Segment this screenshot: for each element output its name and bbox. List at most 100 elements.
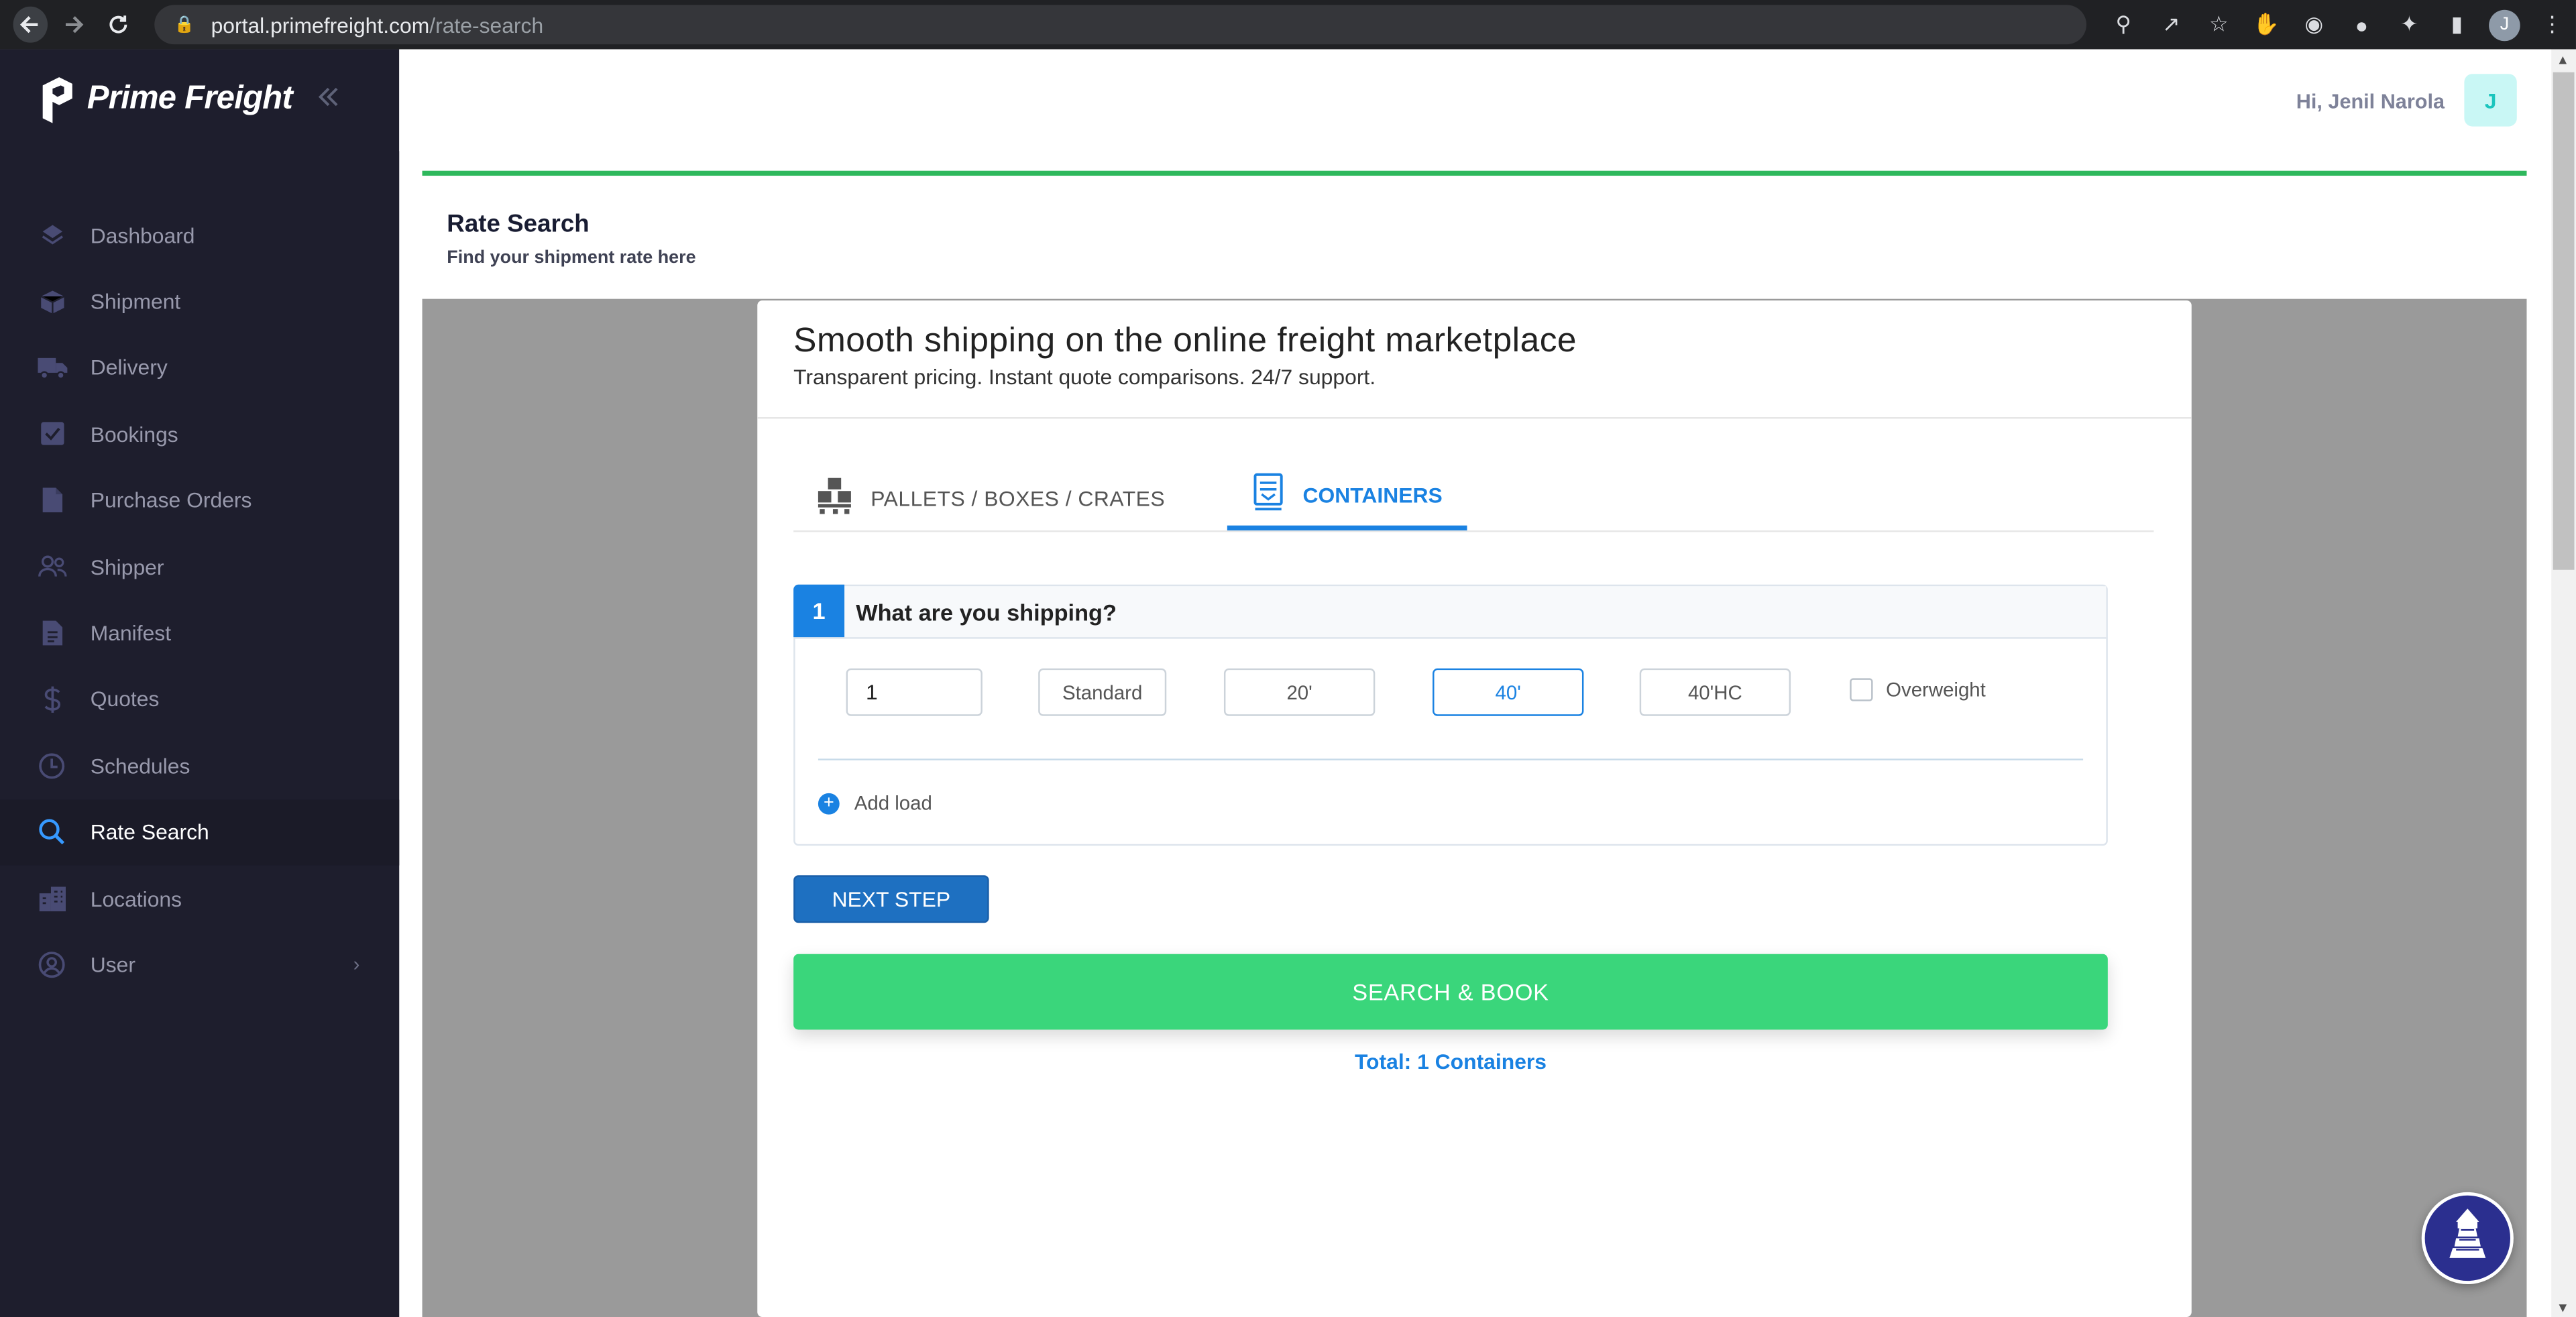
forward-arrow-icon[interactable] <box>57 7 91 43</box>
layers-icon <box>36 219 68 251</box>
profile-avatar[interactable]: J <box>2489 9 2520 40</box>
kebab-menu-icon[interactable]: ⋮ <box>2528 5 2576 44</box>
sidebar-item-label: Dashboard <box>90 223 195 248</box>
add-load-label: Add load <box>854 791 932 815</box>
building-icon <box>36 883 68 915</box>
size-20-button[interactable]: 20' <box>1223 668 1376 716</box>
puzzle-icon[interactable]: ✦ <box>2386 5 2433 44</box>
page-header: Rate Search Find your shipment rate here <box>422 170 2527 299</box>
top-header: Hi, Jenil Narola J <box>399 49 2552 152</box>
page-scrollbar[interactable]: ▲ ▼ <box>2551 49 2576 1317</box>
share-icon[interactable]: ↗ <box>2147 5 2195 44</box>
page-title: Rate Search <box>447 210 590 239</box>
sidebar-item-label: Locations <box>90 886 182 911</box>
sidebar-item-purchase-orders[interactable]: Purchase Orders <box>0 467 399 534</box>
sidebar-item-label: Manifest <box>90 620 172 646</box>
search-icon <box>36 817 68 848</box>
chevron-right-icon: › <box>353 953 360 976</box>
scroll-up-arrow-icon[interactable]: ▲ <box>2557 52 2569 67</box>
extension-stop-icon[interactable]: ✋ <box>2243 5 2290 44</box>
file-text-icon <box>36 618 68 649</box>
document-icon <box>36 485 68 516</box>
brand[interactable]: Prime Freight <box>0 49 399 149</box>
sidebar-item-locations[interactable]: Locations <box>0 865 399 931</box>
sidebar-item-label: User <box>90 952 135 978</box>
scroll-down-arrow-icon[interactable]: ▼ <box>2557 1301 2569 1316</box>
sidebar-item-label: Schedules <box>90 753 190 779</box>
step-header: 1 What are you shipping? <box>793 584 2107 639</box>
sidebar-item-label: Bookings <box>90 422 178 447</box>
back-arrow-icon[interactable] <box>13 6 48 43</box>
lighthouse-icon <box>2440 1204 2496 1271</box>
size-40hc-button[interactable]: 40'HC <box>1639 668 1791 716</box>
brand-name: Prime Freight <box>87 80 293 117</box>
sidebar-item-shipper[interactable]: Shipper <box>0 534 399 600</box>
sidebar-item-quotes[interactable]: Quotes <box>0 667 399 733</box>
star-icon[interactable]: ☆ <box>2195 5 2243 44</box>
scrollbar-thumb[interactable] <box>2553 72 2575 570</box>
step-what-shipping: 1 What are you shipping? 1 Standard 20' … <box>793 584 2108 846</box>
overweight-checkbox[interactable]: Overweight <box>1850 678 1986 701</box>
user-circle-icon <box>36 949 68 980</box>
tab-containers[interactable]: CONTAINERS <box>1227 465 1467 530</box>
extension-cookie-icon[interactable]: ● <box>2338 5 2386 44</box>
rate-search-card: Smooth shipping on the online freight ma… <box>757 300 2192 1317</box>
lock-icon: 🔒 <box>174 15 195 34</box>
address-bar[interactable]: 🔒 portal.primefreight.com/rate-search <box>154 5 2087 45</box>
divider <box>818 758 2084 760</box>
sidebar-item-label: Quotes <box>90 687 160 712</box>
next-step-button[interactable]: NEXT STEP <box>793 875 989 923</box>
extensions-area: ⚲ ↗ ☆ ✋ ◉ ● ✦ ▮ J ⋮ <box>2100 5 2576 44</box>
sidebar-item-manifest[interactable]: Manifest <box>0 600 399 667</box>
tab-pallets[interactable]: PALLETS / BOXES / CRATES <box>816 465 1165 532</box>
shipment-type-tabs: PALLETS / BOXES / CRATES CONTAINERS <box>793 465 2154 532</box>
browser-toolbar: 🔒 portal.primefreight.com/rate-search ⚲ … <box>0 0 2576 50</box>
sidebar-item-bookings[interactable]: Bookings <box>0 401 399 467</box>
step-number: 1 <box>793 584 845 638</box>
key-icon[interactable]: ⚲ <box>2100 5 2147 44</box>
plus-circle-icon: + <box>818 792 840 814</box>
logo-icon <box>40 74 76 123</box>
container-icon <box>1253 473 1283 517</box>
sidebar-item-label: Rate Search <box>90 819 209 845</box>
sidebar-item-label: Delivery <box>90 355 168 380</box>
clock-icon <box>36 750 68 782</box>
overweight-label: Overweight <box>1886 678 1986 701</box>
dollar-icon <box>36 684 68 715</box>
sidebar-menu: Dashboard Shipment Delivery Bookings Pur… <box>0 202 400 998</box>
chat-widget-button[interactable] <box>2421 1192 2514 1285</box>
sidepanel-icon[interactable]: ▮ <box>2433 5 2481 44</box>
truck-icon <box>36 352 68 384</box>
checkbox-icon <box>36 418 68 450</box>
sidebar-item-schedules[interactable]: Schedules <box>0 733 399 799</box>
checkbox-box[interactable] <box>1850 678 1873 701</box>
extension-circle-icon[interactable]: ◉ <box>2290 5 2338 44</box>
container-type-select[interactable]: Standard <box>1038 668 1167 716</box>
tab-label: PALLETS / BOXES / CRATES <box>871 485 1166 511</box>
search-book-button[interactable]: SEARCH & BOOK <box>793 954 2108 1030</box>
step-title: What are you shipping? <box>856 598 1117 625</box>
boxes-icon <box>816 477 856 519</box>
sidebar-item-delivery[interactable]: Delivery <box>0 335 399 401</box>
users-icon <box>36 551 68 583</box>
sidebar-item-user[interactable]: User › <box>0 931 399 998</box>
collapse-sidebar-icon[interactable] <box>317 82 340 116</box>
sidebar-item-rate-search[interactable]: Rate Search <box>0 799 400 866</box>
sidebar-item-shipment[interactable]: Shipment <box>0 268 399 335</box>
sidebar-item-label: Shipper <box>90 554 164 579</box>
tab-label: CONTAINERS <box>1302 482 1443 508</box>
divider <box>757 417 2192 419</box>
reload-icon[interactable] <box>101 7 135 43</box>
user-greeting[interactable]: Hi, Jenil Narola <box>2296 91 2445 113</box>
size-40-button[interactable]: 40' <box>1433 668 1584 716</box>
sidebar-item-label: Purchase Orders <box>90 488 252 513</box>
add-load-link[interactable]: + Add load <box>818 791 932 815</box>
page-subtitle: Find your shipment rate here <box>447 247 696 268</box>
total-summary: Total: 1 Containers <box>1354 1049 1547 1074</box>
quantity-input[interactable]: 1 <box>846 668 983 716</box>
user-avatar[interactable]: J <box>2464 74 2517 127</box>
box-icon <box>36 286 68 317</box>
url-path: /rate-search <box>429 12 544 38</box>
url-domain: portal.primefreight.com <box>211 12 430 38</box>
sidebar-item-dashboard[interactable]: Dashboard <box>0 202 399 268</box>
